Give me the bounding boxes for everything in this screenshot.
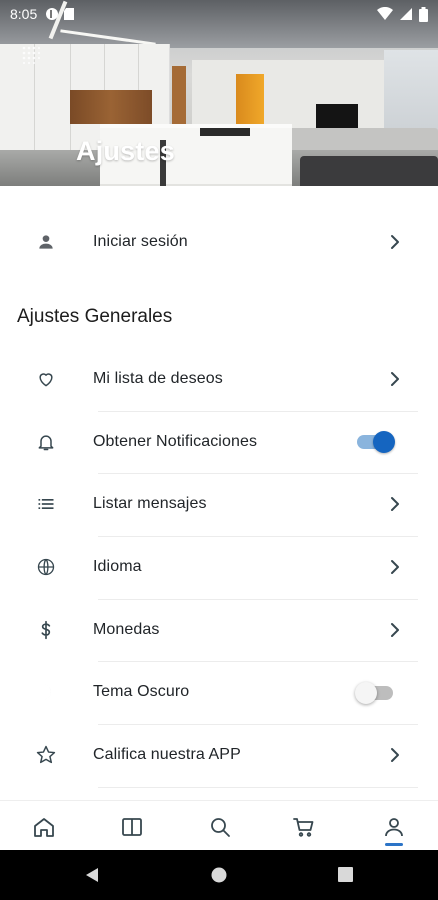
sd-card-icon [64,8,75,20]
settings-item-label: Califica nuestra APP [93,746,241,763]
chevron-right-icon [391,560,399,574]
app-notification-icon [46,8,59,20]
wifi-icon [377,7,393,20]
status-bar: 8:05 [0,0,438,28]
settings-item-label: Obtener Notificaciones [93,433,258,450]
settings-item-dark-theme[interactable]: Tema Oscuro [0,661,438,723]
person-icon [34,230,58,254]
login-label: Iniciar sesión [93,233,188,250]
settings-item-label: Idioma [93,558,142,575]
page-title: Ajustes [76,136,175,166]
recents-icon[interactable] [338,867,353,882]
chevron-right-icon [391,748,399,762]
list-icon [34,492,58,516]
categories-icon[interactable] [120,815,144,839]
settings-item-label: Monedas [93,621,160,638]
chevron-right-icon [391,372,399,386]
bottom-navigation [0,800,438,850]
globe-icon [34,555,58,579]
settings-item-language[interactable]: Idioma [0,536,438,598]
back-icon[interactable] [84,867,100,883]
system-icons [377,6,428,22]
dollar-icon [34,618,58,642]
system-navigation-bar [0,850,438,900]
chevron-right-icon [391,497,399,511]
settings-item-currencies[interactable]: Monedas [0,599,438,661]
chevron-right-icon [391,235,399,249]
settings-item-rate-app[interactable]: Califica nuestra APP [0,724,438,786]
section-title-general: Ajustes Generales [17,306,173,327]
notifications-toggle[interactable] [357,431,395,453]
chevron-right-icon [391,623,399,637]
settings-item-messages[interactable]: Listar mensajes [0,473,438,535]
notification-icons [45,7,75,21]
cart-icon[interactable] [292,815,316,839]
status-time: 8:05 [10,6,38,22]
signal-icon [400,8,412,20]
star-icon [34,743,58,767]
settings-item-wishlist[interactable]: Mi lista de deseos [0,348,438,410]
settings-item-notifications[interactable]: Obtener Notificaciones [0,411,438,473]
battery-icon [419,6,428,22]
moon-icon [34,680,58,704]
home-icon[interactable] [32,815,56,839]
heart-icon [34,367,58,391]
settings-item-label: Mi lista de deseos [93,370,223,387]
home-button-icon[interactable] [211,867,227,883]
dark-theme-toggle[interactable] [355,682,393,704]
settings-item-label: Tema Oscuro [93,683,190,700]
settings-item-label: Listar mensajes [93,495,207,512]
grid-menu-icon[interactable] [22,46,40,64]
divider [98,787,418,788]
login-row[interactable]: Iniciar sesión [0,211,438,273]
bell-icon [34,430,58,454]
profile-icon[interactable] [382,815,406,839]
search-icon[interactable] [208,815,232,839]
active-tab-indicator [385,843,403,846]
